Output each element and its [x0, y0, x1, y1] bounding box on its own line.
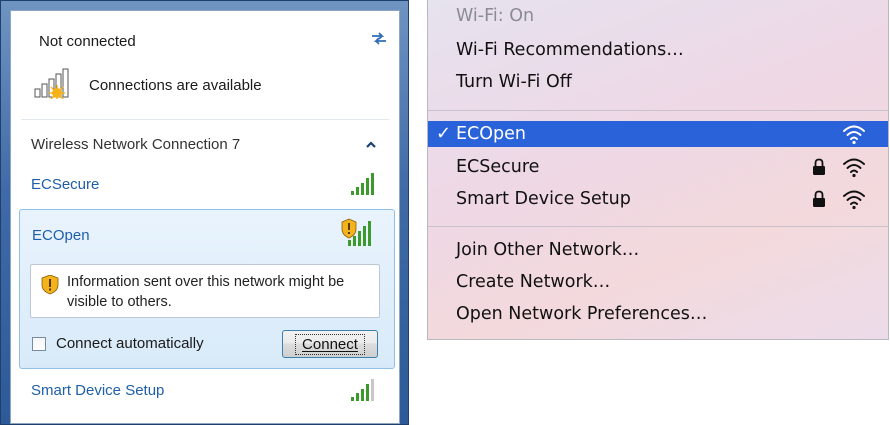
connections-available-text: Connections are available [89, 77, 262, 94]
wifi-icon [843, 190, 865, 210]
checkmark-icon: ✓ [436, 123, 452, 144]
divider [21, 119, 389, 120]
menu-item-open-network-preferences[interactable]: Open Network Preferences… [456, 304, 707, 324]
network-name: Smart Device Setup [31, 382, 165, 399]
menu-separator [428, 110, 888, 111]
menu-item-join-other-network[interactable]: Join Other Network… [456, 240, 639, 260]
wireless-section-title: Wireless Network Connection 7 [31, 136, 241, 153]
network-name: ECSecure [31, 176, 100, 193]
connect-button-label: Connect [295, 333, 365, 355]
connect-automatically-checkbox[interactable] [32, 337, 46, 351]
network-available-icon [34, 68, 69, 99]
network-name: ECOpen [32, 227, 90, 244]
network-row-smart-device-setup[interactable]: Smart Device Setup [19, 371, 393, 413]
network-row-ecsecure[interactable]: ECSecure [19, 165, 393, 207]
menu-network-ecsecure[interactable]: ECSecure [428, 154, 888, 180]
chevron-up-icon[interactable] [363, 137, 379, 153]
lock-icon [813, 190, 825, 207]
wifi-icon [843, 125, 865, 145]
connect-automatically-label[interactable]: Connect automatically [56, 335, 204, 352]
signal-strength-icon [351, 173, 374, 195]
macos-wifi-menu: Wi-Fi: On Wi-Fi Recommendations… Turn Wi… [427, 0, 889, 340]
network-name: ECSecure [456, 157, 540, 177]
win7-network-flyout: Not connected Connections are available … [0, 0, 409, 425]
shield-warning-icon [41, 275, 59, 295]
menu-item-wifi-recommendations[interactable]: Wi-Fi Recommendations… [456, 40, 684, 60]
menu-network-smart-device-setup[interactable]: Smart Device Setup [428, 186, 888, 212]
network-name: ECOpen [456, 124, 527, 144]
wifi-status: Wi-Fi: On [456, 6, 535, 26]
menu-network-ecopen[interactable]: ✓ ECOpen [428, 121, 888, 147]
menu-separator [428, 226, 888, 227]
network-name: Smart Device Setup [456, 189, 631, 209]
refresh-arrows-icon[interactable] [369, 28, 389, 48]
network-row-ecopen-expanded[interactable]: ECOpen Information sent over this networ… [19, 209, 395, 369]
security-warning-text: Information sent over this network might… [67, 274, 345, 310]
menu-item-turn-wifi-off[interactable]: Turn Wi-Fi Off [456, 72, 572, 92]
connection-status-title: Not connected [39, 33, 136, 50]
security-warning-box: Information sent over this network might… [30, 264, 380, 318]
signal-strength-icon [351, 379, 374, 401]
connect-button[interactable]: Connect [282, 330, 378, 358]
signal-strength-warning-icon [341, 218, 371, 246]
menu-item-create-network[interactable]: Create Network… [456, 272, 610, 292]
lock-icon [813, 158, 825, 175]
win7-flyout-panel: Not connected Connections are available … [10, 10, 400, 424]
wifi-icon [843, 158, 865, 178]
